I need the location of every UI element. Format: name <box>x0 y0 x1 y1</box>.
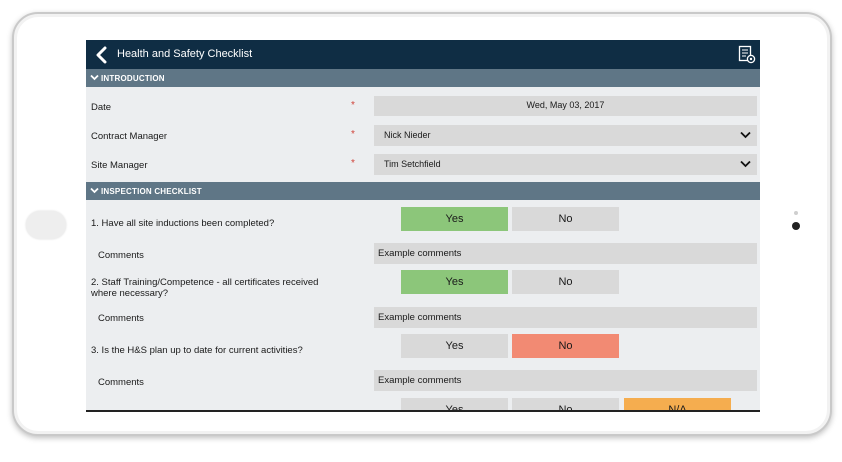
q1-no-button[interactable]: No <box>512 207 619 231</box>
section-inspection-checklist[interactable]: INSPECTION CHECKLIST <box>86 182 760 200</box>
contract-manager-label: Contract Manager <box>91 131 168 142</box>
required-mark: * <box>351 100 355 111</box>
app-header: Health and Safety Checklist <box>86 40 760 69</box>
q4-no-button[interactable]: No <box>512 398 619 410</box>
camera-dot <box>792 222 800 230</box>
chevron-left-icon[interactable] <box>94 46 110 64</box>
question-1-text: 1. Have all site inductions been complet… <box>91 218 275 229</box>
q2-comments-label: Comments <box>98 313 144 324</box>
date-field[interactable]: Wed, May 03, 2017 <box>374 96 757 116</box>
section-introduction[interactable]: INTRODUCTION <box>86 69 760 87</box>
date-label: Date <box>91 102 112 113</box>
question-3-text: 3. Is the H&S plan up to date for curren… <box>91 345 303 356</box>
q3-comments-input[interactable]: Example comments <box>374 370 757 391</box>
q3-no-button[interactable]: No <box>512 334 619 358</box>
q4-yes-button[interactable]: Yes <box>401 398 508 410</box>
q1-comments-input[interactable]: Example comments <box>374 243 757 264</box>
q4-na-button[interactable]: N/A <box>624 398 731 410</box>
question-2-text-line1: 2. Staff Training/Competence - all certi… <box>91 277 319 288</box>
site-manager-label: Site Manager <box>91 160 148 171</box>
contract-manager-value: Nick Nieder <box>384 130 431 140</box>
sensor-dot <box>794 211 798 215</box>
q2-comments-input[interactable]: Example comments <box>374 307 757 328</box>
chevron-down-icon <box>740 160 751 168</box>
home-button[interactable] <box>26 211 66 239</box>
q1-yes-button[interactable]: Yes <box>401 207 508 231</box>
contract-manager-select[interactable]: Nick Nieder <box>374 125 757 146</box>
q1-comments-label: Comments <box>98 250 144 261</box>
q2-no-button[interactable]: No <box>512 270 619 294</box>
q2-yes-button[interactable]: Yes <box>401 270 508 294</box>
required-mark: * <box>351 158 355 169</box>
site-manager-select[interactable]: Tim Setchfield <box>374 154 757 175</box>
q1-comments-value: Example comments <box>378 248 462 259</box>
question-2-text-line2: where necessary? <box>91 288 169 299</box>
chevron-down-icon <box>90 74 99 81</box>
required-mark: * <box>351 129 355 140</box>
site-manager-value: Tim Setchfield <box>384 159 441 169</box>
section-label: INTRODUCTION <box>101 74 165 83</box>
document-settings-icon[interactable] <box>738 45 756 64</box>
app-screen: Health and Safety Checklist INTRODUCTION… <box>86 40 760 412</box>
q3-comments-label: Comments <box>98 377 144 388</box>
chevron-down-icon <box>90 187 99 194</box>
q3-yes-button[interactable]: Yes <box>401 334 508 358</box>
section-label: INSPECTION CHECKLIST <box>101 187 202 196</box>
chevron-down-icon <box>740 131 751 139</box>
q2-comments-value: Example comments <box>378 312 462 323</box>
page-title: Health and Safety Checklist <box>117 48 253 60</box>
q3-comments-value: Example comments <box>378 375 462 386</box>
date-value: Wed, May 03, 2017 <box>526 100 605 110</box>
